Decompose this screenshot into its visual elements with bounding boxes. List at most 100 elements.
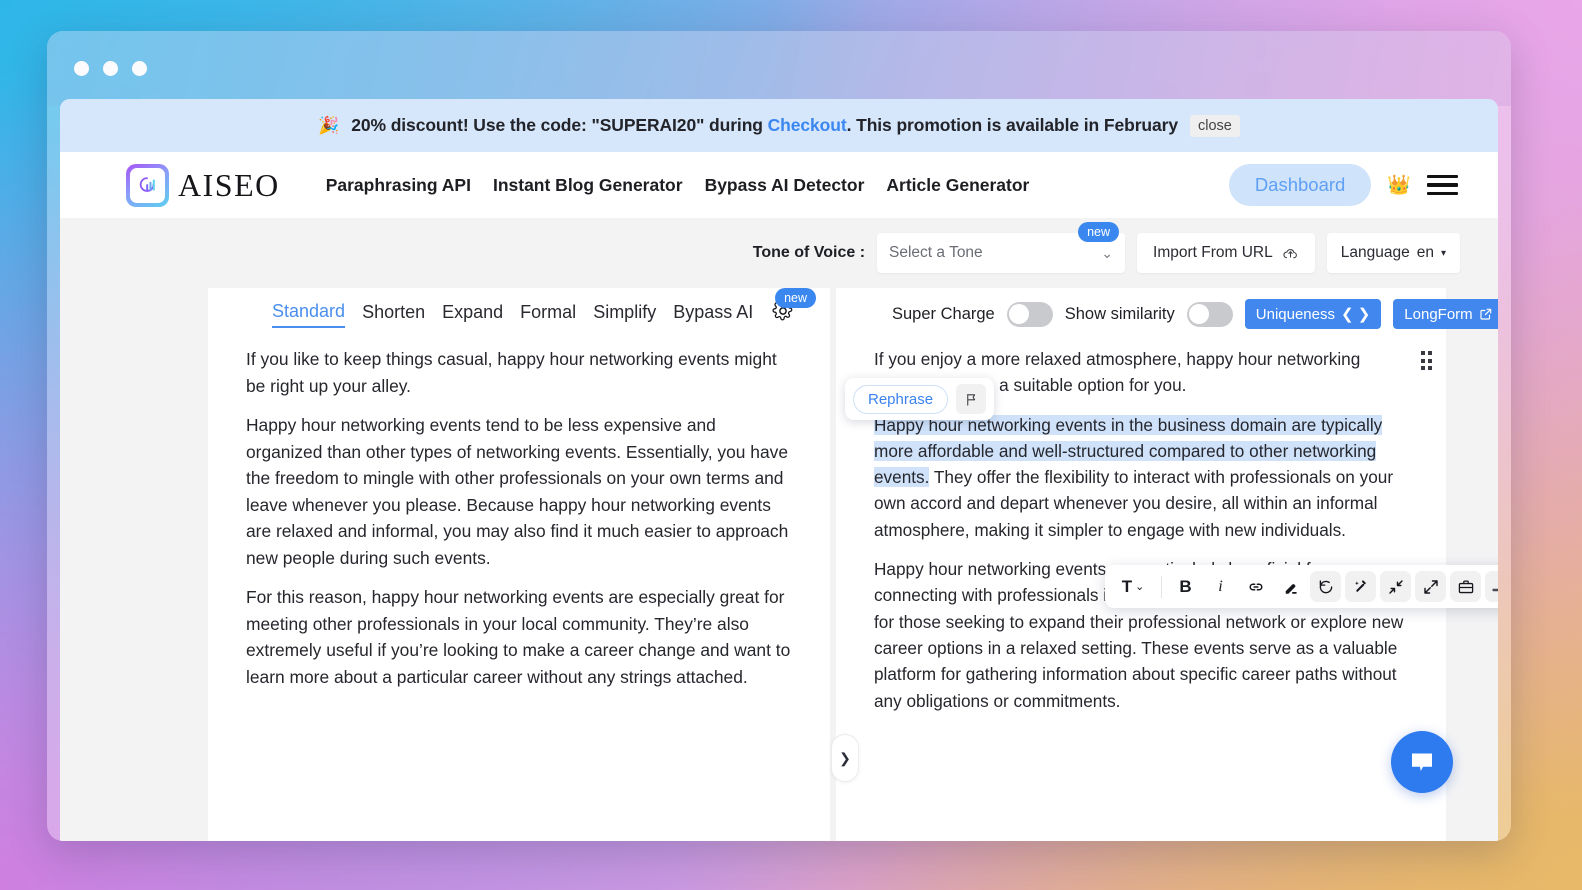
link-button[interactable]	[1240, 571, 1271, 602]
chat-support-button[interactable]	[1391, 731, 1453, 793]
pane-collapse-handle[interactable]: ❯	[831, 734, 859, 782]
output-pane-header: Super Charge Show similarity Uniqueness …	[836, 288, 1498, 340]
show-similarity-label: Show similarity	[1064, 304, 1175, 323]
flag-icon	[966, 393, 975, 406]
super-charge-label: Super Charge	[892, 304, 995, 323]
chevron-down-icon: ▾	[1440, 247, 1446, 259]
chat-bubble-icon	[1412, 753, 1432, 771]
nav-link-instant-blog-generator[interactable]: Instant Blog Generator	[493, 175, 683, 196]
promo-text-before: 20% discount! Use the code: "SUPERAI20" …	[351, 115, 768, 135]
output-text-editor[interactable]: If you enjoy a more relaxed atmosphere, …	[836, 340, 1446, 714]
longform-button[interactable]: LongForm	[1393, 299, 1498, 329]
editor-toolbar: Tone of Voice : Select a Tone ⌄ new Impo…	[60, 218, 1498, 288]
tone-of-voice-label: Tone of Voice :	[752, 244, 866, 261]
super-charge-toggle[interactable]	[1006, 301, 1053, 327]
brand-name: AISEO	[178, 166, 280, 203]
nav-link-bypass-ai-detector[interactable]: Bypass AI Detector	[705, 175, 865, 196]
nav-link-paraphrasing-api[interactable]: Paraphrasing API	[326, 175, 471, 196]
tab-standard[interactable]: Standard	[272, 301, 346, 328]
app-page: 🎉 20% discount! Use the code: "SUPERAI20…	[60, 99, 1498, 841]
tab-simplify[interactable]: Simplify	[593, 302, 656, 327]
window-maximize-dot[interactable]	[132, 61, 147, 76]
highlighter-icon	[1285, 583, 1297, 594]
output-paragraph-2: Happy hour networking events in the busi…	[874, 412, 1408, 543]
promo-close-button[interactable]: close	[1189, 114, 1240, 137]
uniqueness-label: Uniqueness	[1255, 305, 1335, 323]
chevron-right-icon: ❯	[839, 749, 851, 766]
source-paragraph-2: Happy hour networking events tend to be …	[246, 415, 789, 568]
hamburger-menu-icon[interactable]	[1427, 174, 1458, 196]
settings-gear-button[interactable]: new	[772, 288, 816, 327]
magic-wand-button[interactable]	[1345, 571, 1376, 602]
tab-shorten[interactable]: Shorten	[362, 302, 425, 327]
highlighter-button[interactable]	[1275, 571, 1306, 602]
language-button[interactable]: Language en ▾	[1326, 233, 1460, 273]
undo-button[interactable]	[1310, 571, 1341, 602]
italic-label: i	[1218, 577, 1223, 595]
promo-banner: 🎉 20% discount! Use the code: "SUPERAI20…	[60, 99, 1498, 152]
language-value: en	[1416, 244, 1434, 261]
toolbar-separator	[1161, 575, 1162, 598]
tab-formal[interactable]: Formal	[520, 302, 576, 327]
shoe-icon	[1492, 588, 1498, 592]
tone-select[interactable]: Select a Tone ⌄ new	[877, 222, 1126, 273]
rephrase-button[interactable]: Rephrase	[853, 384, 949, 414]
mode-tabs: Standard Shorten Expand Formal Simplify …	[208, 288, 830, 340]
italic-button[interactable]: i	[1205, 571, 1236, 602]
bold-label: B	[1179, 576, 1192, 596]
chevron-down-icon: ⌄	[1135, 581, 1145, 593]
undo-icon	[1319, 579, 1332, 593]
promo-text: 20% discount! Use the code: "SUPERAI20" …	[351, 115, 1178, 136]
source-paragraph-3: For this reason, happy hour networking e…	[246, 587, 791, 687]
magic-wand-icon	[1354, 579, 1366, 592]
source-paragraph-1: If you like to keep things casual, happy…	[246, 349, 777, 396]
text-style-button[interactable]: T ⌄	[1113, 571, 1153, 602]
drag-handle-dots-icon[interactable]	[1420, 351, 1432, 370]
prev-next-arrows-icon: ❮ ❯	[1340, 306, 1371, 323]
nav-link-article-generator[interactable]: Article Generator	[886, 175, 1029, 196]
aiseo-logo-icon	[126, 163, 169, 207]
rephrase-popup: Rephrase	[845, 378, 995, 420]
window-close-dot[interactable]	[74, 61, 89, 76]
expand-icon	[1423, 579, 1438, 594]
tone-new-badge: new	[1078, 222, 1120, 242]
nav-links: Paraphrasing API Instant Blog Generator …	[326, 175, 1030, 196]
window-minimize-dot[interactable]	[103, 61, 118, 76]
shrink-text-button[interactable]	[1380, 571, 1411, 602]
tab-expand[interactable]: Expand	[442, 302, 503, 327]
output-paragraph-2-rest: They offer the flexibility to interact w…	[874, 467, 1394, 540]
bold-button[interactable]: B	[1170, 571, 1201, 602]
language-label: Language	[1340, 244, 1410, 261]
uniqueness-button[interactable]: Uniqueness ❮ ❯	[1244, 299, 1382, 329]
floating-format-toolbar: T ⌄ B i	[1105, 565, 1498, 608]
party-popper-icon: 🎉	[318, 115, 340, 135]
import-from-url-label: Import From URL	[1153, 244, 1273, 261]
import-from-url-button[interactable]: Import From URL	[1137, 233, 1315, 273]
source-pane: Standard Shorten Expand Formal Simplify …	[208, 288, 830, 841]
window-titlebar	[47, 31, 1511, 106]
tone-select-value: Select a Tone	[889, 244, 983, 261]
checkout-link[interactable]: Checkout	[768, 115, 847, 135]
longform-label: LongForm	[1404, 305, 1473, 323]
dashboard-button[interactable]: Dashboard	[1228, 164, 1372, 206]
briefcase-icon	[1458, 580, 1473, 593]
gear-new-badge: new	[775, 288, 816, 308]
business-tone-button[interactable]	[1450, 571, 1481, 602]
link-icon	[1249, 582, 1262, 591]
browser-window: 🎉 20% discount! Use the code: "SUPERAI20…	[47, 31, 1511, 841]
navbar-right: Dashboard 👑	[1228, 152, 1458, 218]
text-style-label: T	[1121, 576, 1133, 596]
tab-bypass-ai[interactable]: Bypass AI	[673, 302, 753, 327]
navbar: AISEO Paraphrasing API Instant Blog Gene…	[60, 152, 1498, 218]
promo-text-after: . This promotion is available in Februar…	[846, 115, 1179, 135]
expand-text-button[interactable]	[1415, 571, 1446, 602]
shrink-icon	[1388, 579, 1403, 594]
flag-button[interactable]	[956, 384, 987, 414]
source-text-editor[interactable]: If you like to keep things casual, happy…	[208, 340, 830, 690]
show-similarity-toggle[interactable]	[1186, 301, 1233, 327]
chevron-down-icon: ⌄	[1101, 244, 1114, 261]
casual-tone-button[interactable]	[1485, 571, 1498, 602]
crown-icon[interactable]: 👑	[1387, 173, 1411, 197]
brand-logo[interactable]: AISEO	[126, 163, 280, 207]
external-link-icon	[1480, 308, 1491, 320]
